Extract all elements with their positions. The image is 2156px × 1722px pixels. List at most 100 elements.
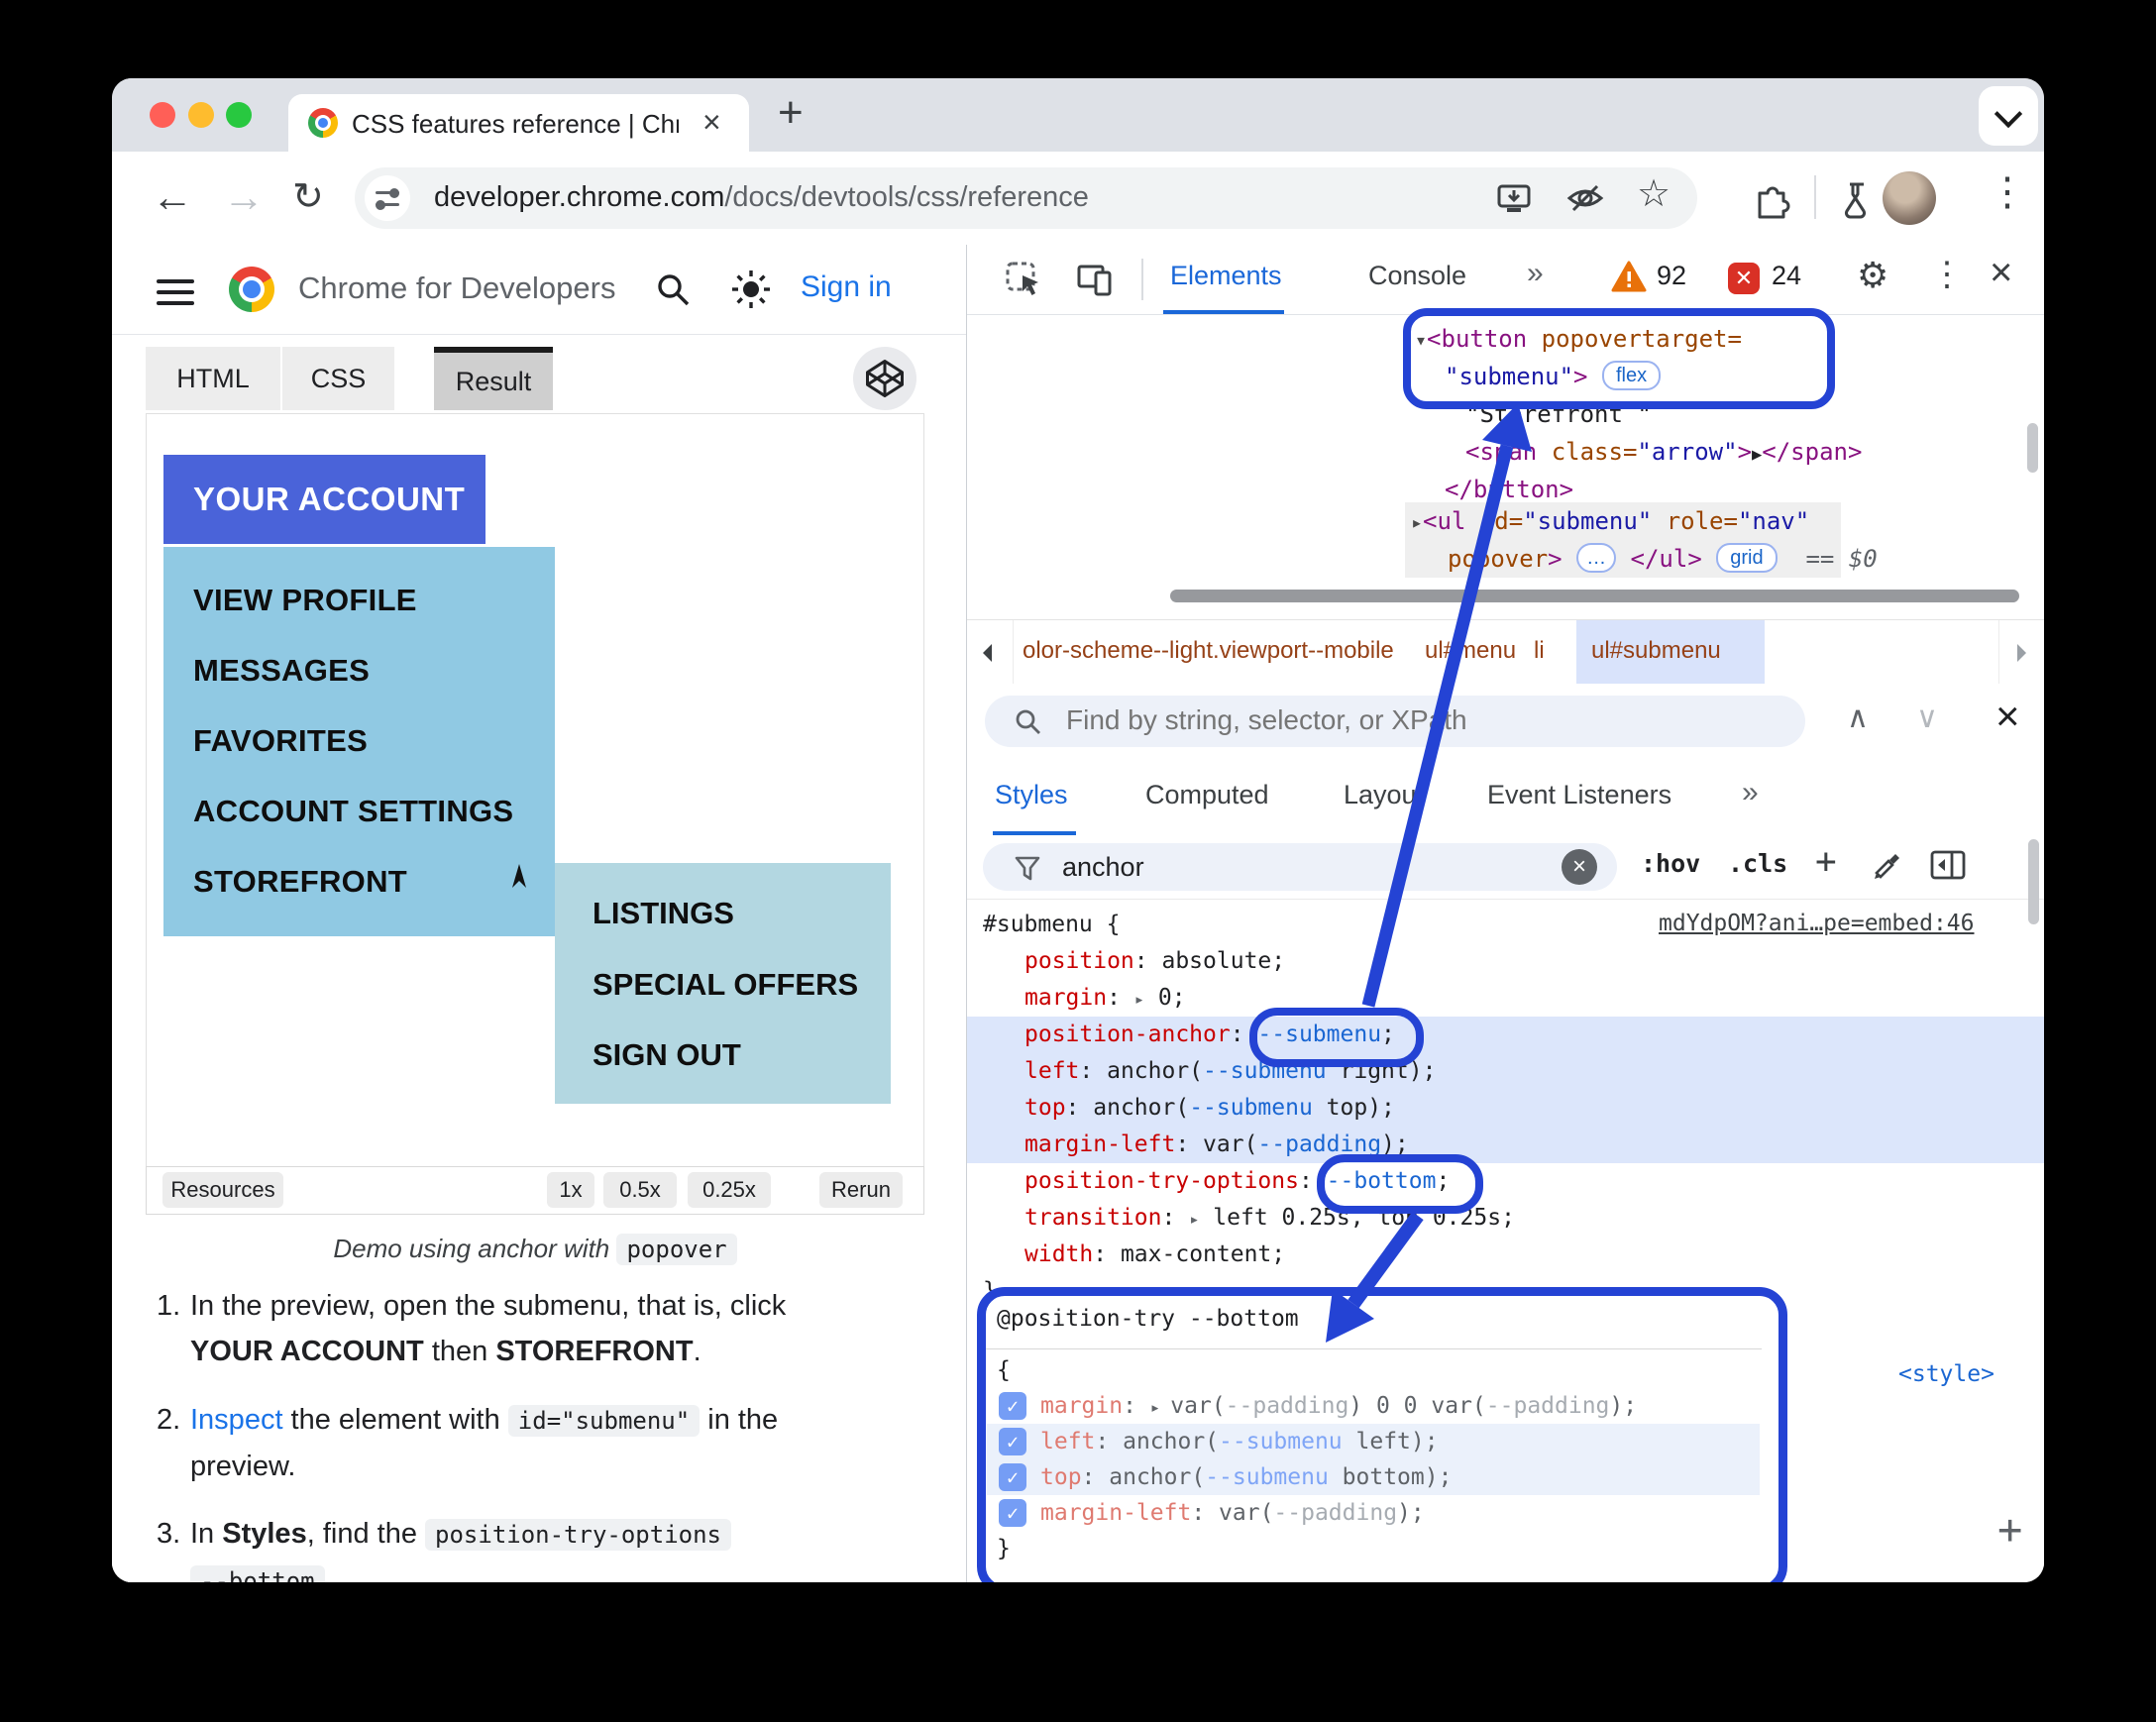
- filter-input[interactable]: [1060, 851, 1500, 884]
- device-toolbar-icon[interactable]: [1076, 261, 1114, 302]
- grid-badge[interactable]: grid: [1716, 543, 1778, 573]
- stylesheet-source-link[interactable]: mdYdpOM?ani…pe=embed:46: [1659, 911, 1975, 936]
- expand-children-badge[interactable]: …: [1576, 543, 1617, 573]
- tab-result[interactable]: Result: [434, 347, 553, 410]
- devtools-close-icon[interactable]: ×: [1990, 251, 2012, 295]
- css-declaration[interactable]: transition: ▸ left 0.25s, top 0.25s;: [1024, 1200, 1515, 1238]
- traffic-close-button[interactable]: [150, 102, 175, 128]
- flask-icon[interactable]: [1836, 179, 1876, 219]
- extensions-puzzle-icon[interactable]: [1752, 181, 1791, 221]
- css-declaration[interactable]: top: anchor(--submenu top);: [1024, 1090, 1395, 1127]
- flex-badge[interactable]: flex: [1601, 361, 1662, 390]
- css-declaration[interactable]: margin: ▸ 0;: [1024, 980, 1186, 1019]
- crumbs-scroll-right-button[interactable]: [1998, 620, 2044, 684]
- menu-item-view-profile[interactable]: VIEW PROFILE: [193, 583, 417, 618]
- class-button[interactable]: .cls: [1728, 849, 1787, 878]
- dom-horizontal-scrollbar[interactable]: [1170, 590, 2019, 602]
- add-position-try-plus-icon[interactable]: +: [1997, 1509, 2022, 1551]
- crumb-ul-submenu[interactable]: ul#submenu: [1591, 637, 1721, 665]
- collapsed-triangle-icon[interactable]: ▸: [1411, 510, 1423, 534]
- theme-sun-icon[interactable]: [728, 267, 774, 317]
- styles-scrollbar[interactable]: [2028, 839, 2039, 924]
- inspect-element-icon[interactable]: [1005, 261, 1042, 302]
- warning-count[interactable]: 92: [1657, 261, 1686, 291]
- position-try-link[interactable]: --bottom: [1327, 1168, 1437, 1194]
- new-tab-button[interactable]: +: [778, 88, 804, 138]
- tab-layout[interactable]: Layout: [1344, 780, 1424, 810]
- profile-avatar[interactable]: [1883, 171, 1936, 225]
- css-declaration[interactable]: margin-left: var(--padding);: [1040, 1495, 1425, 1531]
- submenu-item-sign-out[interactable]: SIGN OUT: [593, 1037, 741, 1073]
- inspect-link[interactable]: Inspect: [190, 1404, 283, 1436]
- tab-css[interactable]: CSS: [282, 347, 394, 410]
- more-panes-chevrons[interactable]: »: [1742, 776, 1759, 809]
- at-position-try-header[interactable]: @position-try --bottom: [997, 1301, 1299, 1338]
- crumb-li[interactable]: li: [1534, 637, 1545, 665]
- tab-computed[interactable]: Computed: [1145, 780, 1269, 810]
- settings-gear-icon[interactable]: ⚙: [1857, 255, 1888, 296]
- bookmark-star-icon[interactable]: ☆: [1637, 171, 1676, 215]
- css-declaration[interactable]: left: anchor(--submenu right);: [1024, 1053, 1436, 1090]
- menu-item-storefront[interactable]: STOREFRONT: [193, 864, 407, 900]
- tab-elements[interactable]: Elements: [1170, 261, 1282, 291]
- css-declaration[interactable]: width: max-content;: [1024, 1237, 1285, 1273]
- dom-vertical-scrollbar[interactable]: [2027, 423, 2038, 473]
- sidebar-panel-icon[interactable]: [1930, 849, 1966, 885]
- sign-in-link[interactable]: Sign in: [801, 270, 892, 304]
- forward-button[interactable]: →: [223, 173, 265, 221]
- error-count[interactable]: 24: [1772, 261, 1801, 291]
- reload-button[interactable]: ↻: [292, 173, 324, 221]
- more-tabs-chevrons[interactable]: »: [1527, 257, 1544, 290]
- crumbs-scroll-left-button[interactable]: [967, 620, 1014, 684]
- css-rule-selector[interactable]: #submenu {: [983, 907, 1120, 943]
- speed-025x-button[interactable]: 0.25x: [688, 1172, 771, 1208]
- declaration-checkbox[interactable]: ✓: [999, 1428, 1026, 1455]
- find-previous-icon[interactable]: ∧: [1847, 700, 1869, 735]
- find-close-icon[interactable]: ×: [1995, 693, 2020, 740]
- tab-styles[interactable]: Styles: [995, 780, 1068, 810]
- resources-button[interactable]: Resources: [162, 1172, 283, 1208]
- back-button[interactable]: ←: [152, 173, 193, 221]
- speed-1x-button[interactable]: 1x: [547, 1172, 594, 1208]
- codepen-logo-icon[interactable]: [853, 347, 916, 410]
- submenu-item-listings[interactable]: LISTINGS: [593, 896, 734, 931]
- declaration-checkbox[interactable]: ✓: [999, 1463, 1026, 1491]
- find-input[interactable]: [1064, 703, 1762, 737]
- speed-05x-button[interactable]: 0.5x: [603, 1172, 677, 1208]
- browser-menu-kebab-icon[interactable]: ⋮: [1988, 169, 2027, 215]
- filter-pill[interactable]: ×: [983, 843, 1617, 891]
- filter-clear-icon[interactable]: ×: [1562, 849, 1597, 885]
- style-element-link[interactable]: <style>: [1898, 1356, 1994, 1393]
- hamburger-menu-icon[interactable]: [157, 272, 194, 312]
- rendering-brush-icon[interactable]: [1871, 849, 1904, 887]
- tab-search-button[interactable]: [1979, 86, 2038, 146]
- expand-triangle-icon[interactable]: ▾: [1415, 328, 1427, 352]
- css-declaration[interactable]: position: absolute;: [1024, 943, 1285, 980]
- submenu-item-special-offers[interactable]: SPECIAL OFFERS: [593, 967, 858, 1003]
- install-icon[interactable]: [1494, 178, 1534, 218]
- error-icon[interactable]: ✕: [1728, 263, 1760, 294]
- tab-console[interactable]: Console: [1368, 261, 1466, 291]
- css-declaration[interactable]: margin: ▸ var(--padding) 0 0 var(--paddi…: [1040, 1388, 1637, 1426]
- tab-html[interactable]: HTML: [146, 347, 280, 410]
- devtools-kebab-icon[interactable]: ⋮: [1930, 255, 1964, 294]
- find-next-icon[interactable]: ∨: [1916, 700, 1938, 735]
- crumb-ul-menu[interactable]: ul#menu: [1425, 637, 1516, 665]
- declaration-checkbox[interactable]: ✓: [999, 1392, 1026, 1420]
- dom-node-ul-close[interactable]: popover> … </ul> grid == $0: [1448, 540, 1878, 578]
- custom-property-link[interactable]: --submenu: [1257, 1022, 1381, 1047]
- dom-text-storefront[interactable]: "Storefront ": [1465, 395, 1652, 433]
- site-settings-icon[interactable]: .tune i:first-child::after{right:0}.tune…: [365, 175, 410, 221]
- menu-item-messages[interactable]: MESSAGES: [193, 653, 370, 689]
- search-icon[interactable]: [652, 269, 694, 315]
- new-style-rule-plus-icon[interactable]: +: [1815, 841, 1837, 882]
- css-declaration-position-try-options[interactable]: position-try-options: --bottom;: [1024, 1163, 1450, 1200]
- traffic-minimize-button[interactable]: [188, 102, 214, 128]
- tab-close-icon[interactable]: ×: [702, 104, 721, 141]
- declaration-checkbox[interactable]: ✓: [999, 1499, 1026, 1527]
- css-declaration[interactable]: left: anchor(--submenu left);: [1040, 1424, 1439, 1459]
- css-declaration[interactable]: margin-left: var(--padding);: [1024, 1127, 1409, 1163]
- dom-node-ul-open[interactable]: ▸<ul id="submenu" role="nav": [1411, 502, 1809, 541]
- menu-item-favorites[interactable]: FAVORITES: [193, 723, 368, 759]
- traffic-zoom-button[interactable]: [226, 102, 252, 128]
